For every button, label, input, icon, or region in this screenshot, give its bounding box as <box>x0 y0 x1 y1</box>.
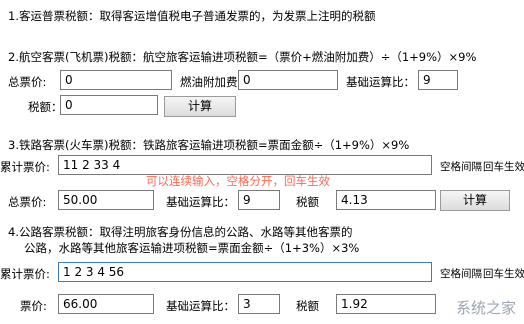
road-space-separator-label: 空格间隔 <box>440 268 482 280</box>
road-base-input[interactable]: 3 <box>238 294 280 314</box>
rail-tax-input[interactable]: 4.13 <box>336 190 436 210</box>
air-base-label: 基础运算比： <box>346 75 415 89</box>
rail-base-input[interactable]: 9 <box>238 190 280 210</box>
section2-title: 2.航空客票(飞机票)税额：航空旅客运输进项税额=（票价+燃油附加费）÷（1+9… <box>8 50 477 64</box>
road-enter-label: 回车生效 <box>483 268 524 280</box>
road-sum-label: 累计票价: <box>0 267 50 281</box>
fuel-input[interactable]: 0 <box>238 70 338 90</box>
road-tax-label: 税额 <box>296 299 319 313</box>
rail-base-label: 基础运算比： <box>166 195 235 209</box>
air-total-input[interactable]: 0 <box>60 70 172 90</box>
watermark-logo: 系统之家 <box>455 299 516 317</box>
section4-formula: 公路，水路等其他旅客运输进项税额=票面金额÷（1+3%）×3% <box>24 241 360 255</box>
section4-title: 4.公路客票税额：取得注明旅客身份信息的公路、水路等其他客票的 <box>8 225 353 239</box>
rail-total-input[interactable]: 50.00 <box>58 190 154 210</box>
air-tax-input[interactable]: 0 <box>60 95 158 115</box>
road-tax-input[interactable]: 1.92 <box>336 294 436 314</box>
rail-tax-label: 税额 <box>296 195 319 209</box>
air-base-input[interactable]: 9 <box>418 70 458 90</box>
road-total-label: 票价: <box>20 299 47 313</box>
road-base-label: 基础运算比： <box>166 299 235 313</box>
air-calc-button[interactable]: 计算 <box>164 96 236 117</box>
road-total-input[interactable]: 66.00 <box>58 294 154 314</box>
section1-title: 1.客运普票税额：取得客运增值税电子普通发票的，为发票上注明的税额 <box>8 9 376 23</box>
rail-enter-label: 回车生效 <box>483 161 524 173</box>
rail-sum-label: 累计票价: <box>0 160 50 174</box>
section3-title: 3.铁路客票(火车票)税额：铁路旅客运输进项税额=票面金额÷（1+9%）×9% <box>8 138 410 152</box>
air-tax-label: 税额： <box>28 100 63 114</box>
rail-calc-button[interactable]: 计算 <box>440 190 510 211</box>
road-sum-input[interactable]: 1 2 3 4 56 <box>58 262 432 282</box>
air-total-label: 总票价: <box>8 75 47 89</box>
rail-total-label: 总票价: <box>8 195 47 209</box>
rail-space-separator-label: 空格间隔 <box>440 161 482 173</box>
input-hint: 可以连续输入，空格分开，回车生效 <box>146 174 330 188</box>
rail-sum-input[interactable]: 11 2 33 4 <box>58 155 432 175</box>
